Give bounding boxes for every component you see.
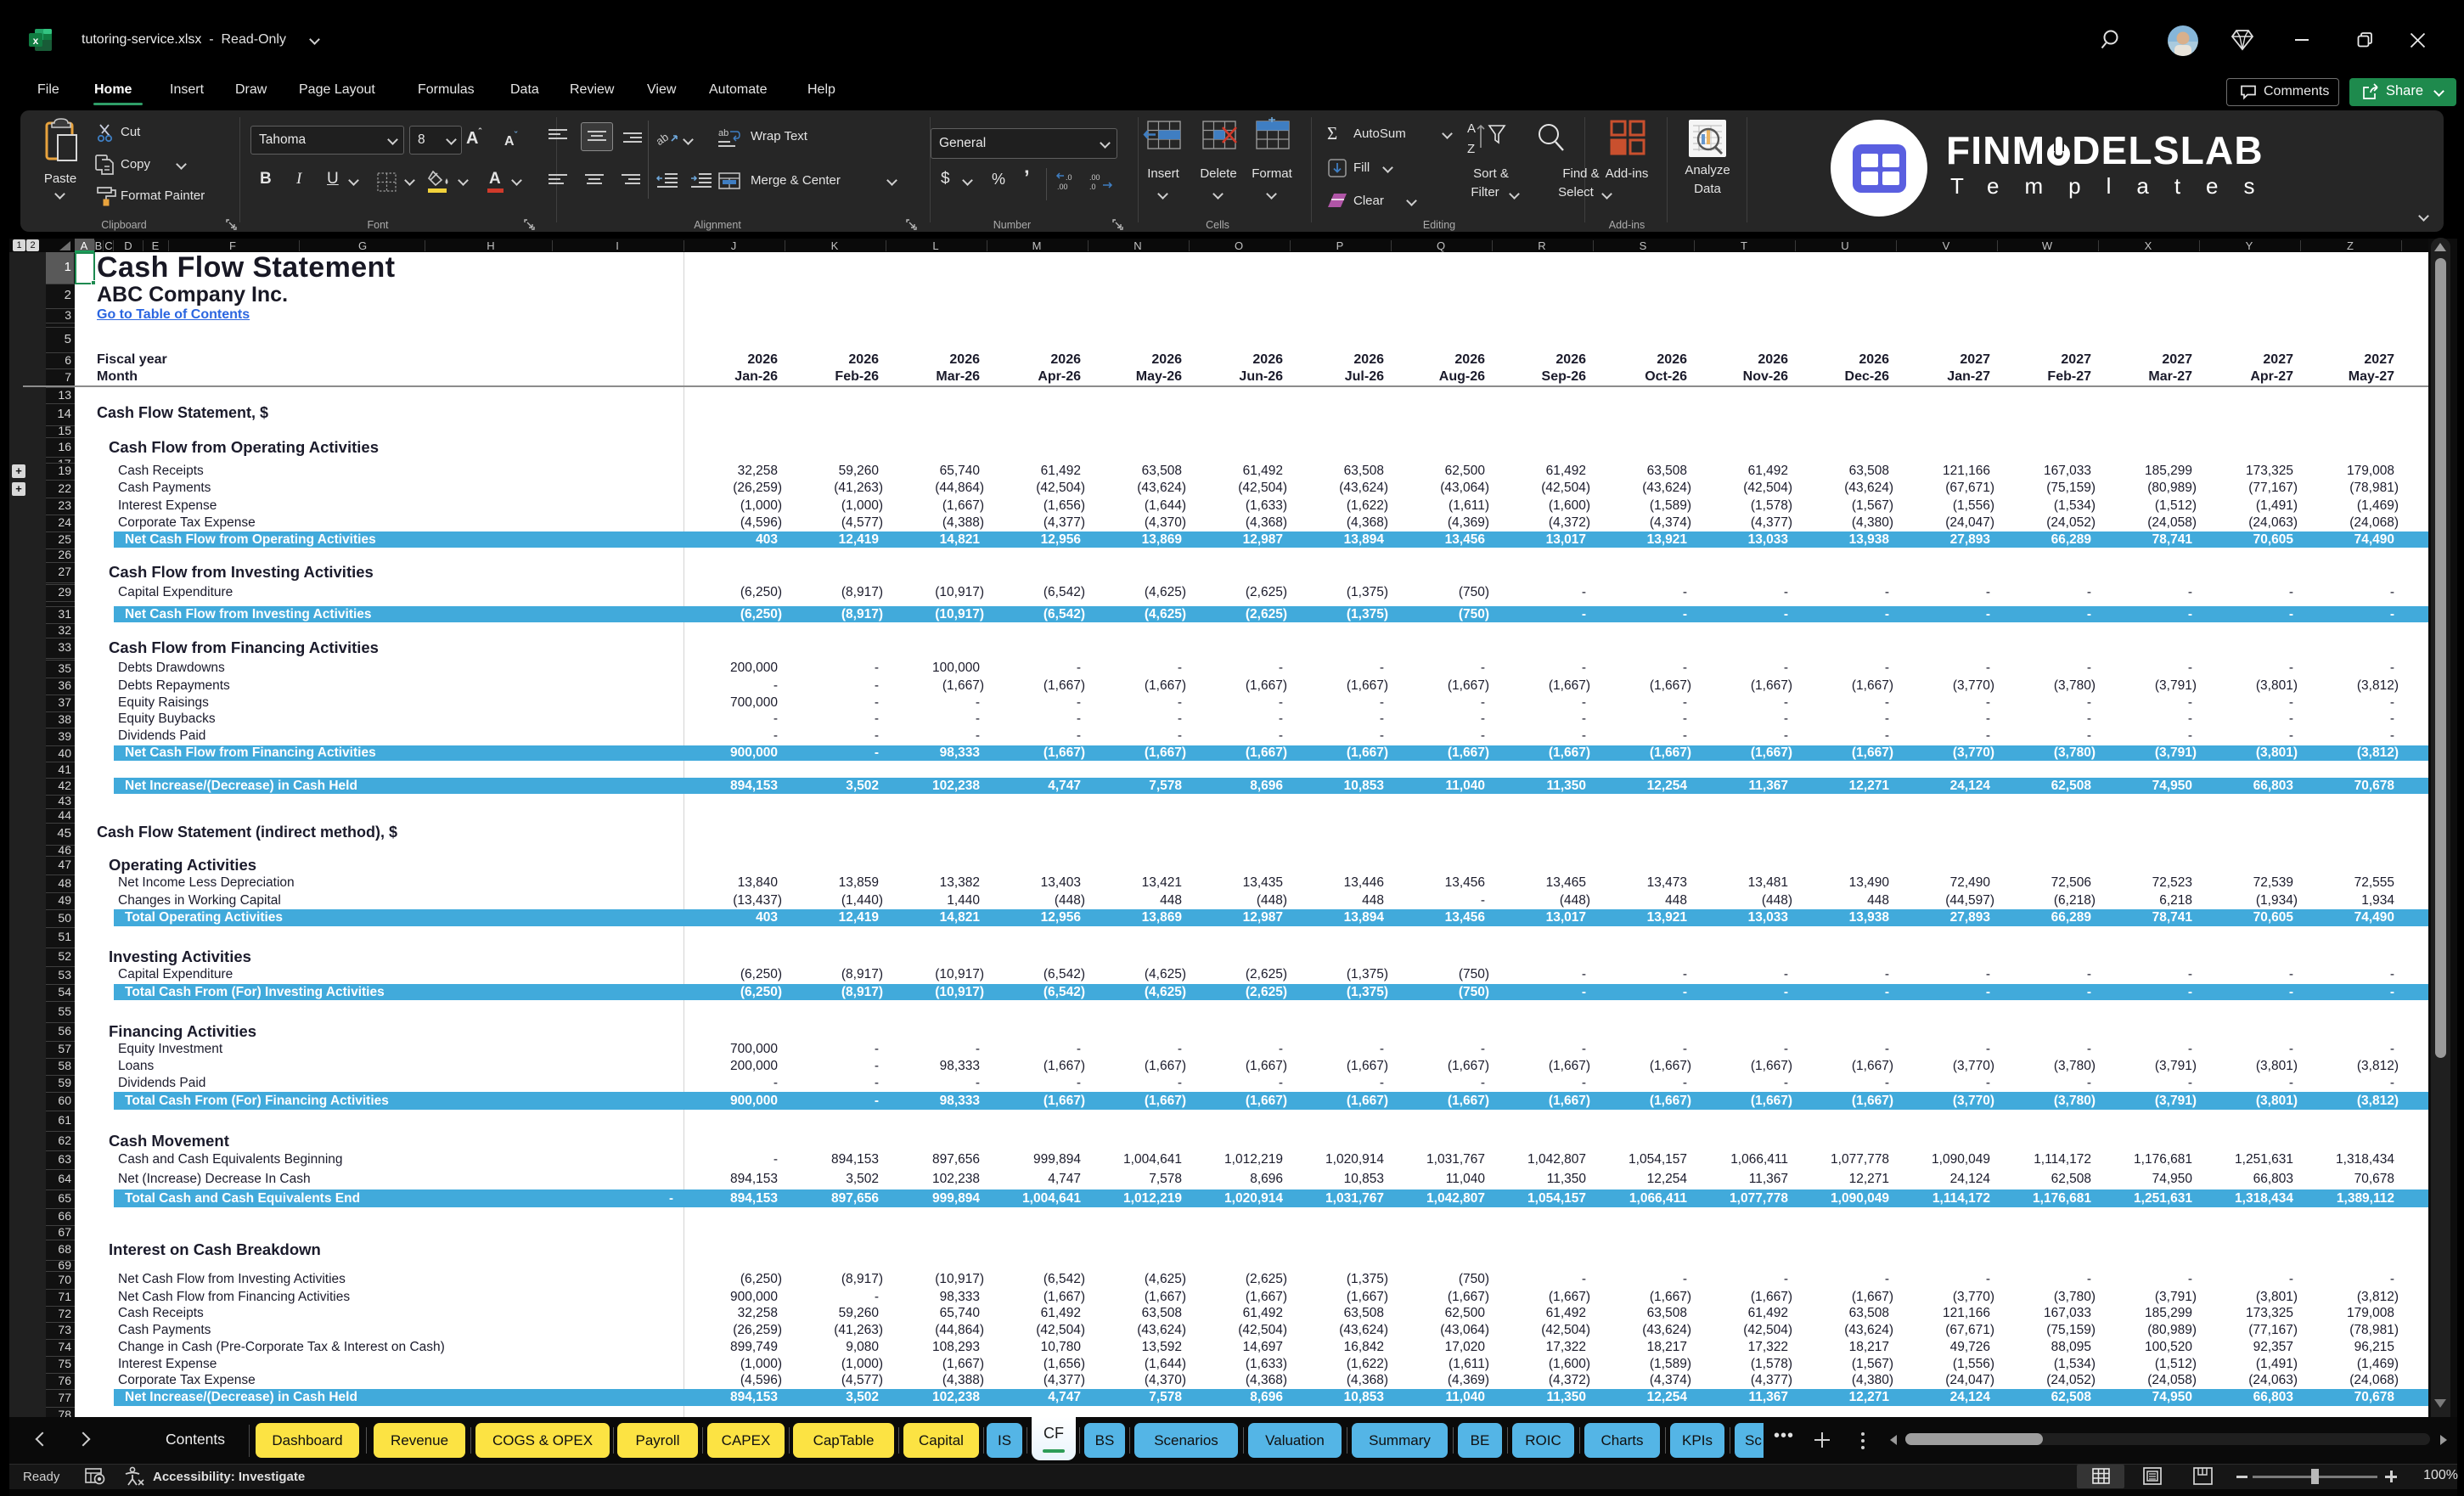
svg-text:Z: Z <box>1467 142 1475 156</box>
svg-text:.0: .0 <box>1066 173 1072 182</box>
svg-text:A: A <box>1467 121 1476 136</box>
svg-text:x: x <box>33 35 39 47</box>
svg-text:.00: .00 <box>1057 183 1068 191</box>
svg-text:.00: .00 <box>1089 173 1100 182</box>
svg-text:ab: ab <box>718 128 729 138</box>
svg-text:ab: ab <box>654 131 671 149</box>
svg-text:.0: .0 <box>1089 183 1096 191</box>
